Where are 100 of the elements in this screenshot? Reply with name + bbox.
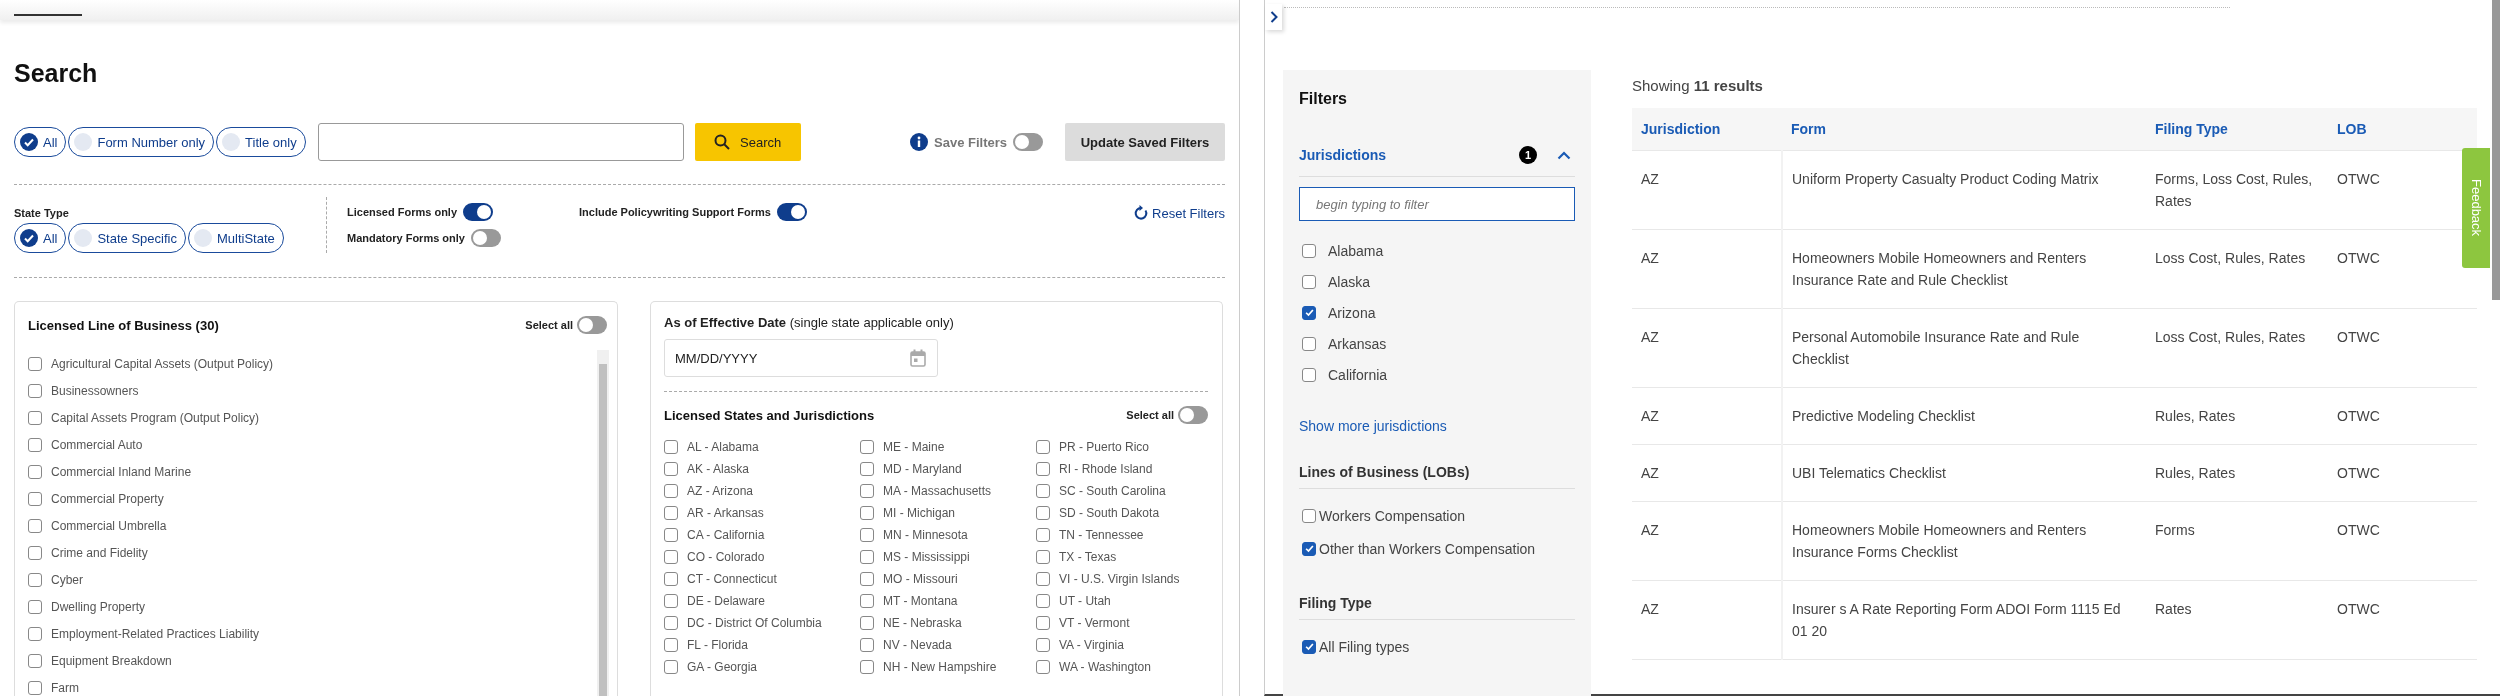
- column-header[interactable]: LOB: [2328, 108, 2477, 151]
- table-cell: Uniform Property Casualty Product Coding Matrix: [1782, 150, 2146, 230]
- scrollbar[interactable]: [2492, 0, 2500, 300]
- checkbox[interactable]: [1036, 484, 1050, 498]
- table-cell: Rates: [2146, 580, 2328, 660]
- checkbox[interactable]: [28, 356, 42, 371]
- checkbox[interactable]: [1036, 550, 1050, 564]
- column-header[interactable]: Form: [1782, 108, 2146, 151]
- toggle-switch[interactable]: [1013, 133, 1043, 151]
- checkbox[interactable]: [664, 572, 678, 586]
- checkbox[interactable]: [1302, 336, 1316, 351]
- checkbox[interactable]: [1036, 638, 1050, 652]
- checkbox[interactable]: [860, 594, 874, 608]
- search-button[interactable]: Search: [694, 123, 801, 161]
- filters-title: Filters: [1299, 90, 1348, 108]
- toggle-switch[interactable]: [463, 203, 494, 221]
- update-saved-filters-button[interactable]: Update Saved Filters: [1065, 123, 1225, 161]
- checkbox[interactable]: [28, 410, 42, 425]
- checkbox[interactable]: [664, 616, 678, 630]
- toggle-switch[interactable]: [470, 229, 501, 247]
- radio-option[interactable]: Title only: [216, 127, 306, 157]
- checkbox[interactable]: [1036, 506, 1050, 520]
- checkbox[interactable]: [1036, 440, 1050, 454]
- checkbox[interactable]: [664, 440, 678, 454]
- radio-option[interactable]: State Specific: [68, 223, 186, 253]
- toggle-switch[interactable]: [776, 203, 807, 221]
- toggle-switch[interactable]: [577, 316, 607, 334]
- checkbox[interactable]: [860, 440, 874, 454]
- checkbox-label: Workers Compensation: [1319, 507, 1466, 524]
- checkbox-label: Commercial Inland Marine: [51, 464, 192, 479]
- radio-option[interactable]: MultiState: [187, 223, 284, 253]
- checkbox[interactable]: [1302, 243, 1316, 258]
- checkbox-label: Crime and Fidelity: [51, 545, 148, 560]
- checkbox-label: Alabama: [1328, 242, 1384, 259]
- checkbox[interactable]: [860, 528, 874, 542]
- date-field[interactable]: MM/DD/YYYY: [664, 339, 938, 377]
- checkbox[interactable]: [1036, 572, 1050, 586]
- checkbox[interactable]: [860, 616, 874, 630]
- checkbox[interactable]: [28, 437, 42, 452]
- checkbox[interactable]: [1036, 660, 1050, 674]
- checkbox[interactable]: [28, 572, 42, 587]
- checkbox[interactable]: [860, 572, 874, 586]
- table-cell: Forms: [2146, 501, 2328, 581]
- checkbox-label: Agricultural Capital Assets (Output Policy): [51, 356, 274, 371]
- toggle-switch[interactable]: [1178, 406, 1208, 424]
- section-title: Lines of Business (LOBs): [1299, 464, 1471, 480]
- toggle-label: Include Policywriting Support Forms: [579, 206, 771, 218]
- show-more-link[interactable]: Show more jurisdictions: [1299, 418, 1575, 434]
- reset-filters-link[interactable]: Reset Filters: [1134, 205, 1225, 221]
- checkbox-label: RI - Rhode Island: [1059, 462, 1153, 476]
- checkbox[interactable]: [860, 660, 874, 674]
- radio-option[interactable]: All: [14, 223, 67, 253]
- checkbox-label: SD - South Dakota: [1059, 506, 1160, 520]
- checkbox[interactable]: [664, 506, 678, 520]
- checkbox-label: Businessowners: [51, 383, 139, 398]
- checkbox[interactable]: [664, 462, 678, 476]
- checkbox[interactable]: [860, 506, 874, 520]
- checkbox[interactable]: [1302, 305, 1316, 320]
- checkbox[interactable]: [28, 464, 42, 479]
- checkbox-label: NE - Nebraska: [883, 616, 962, 630]
- checkbox[interactable]: [28, 383, 42, 398]
- checkbox[interactable]: [664, 660, 678, 674]
- checkbox[interactable]: [664, 638, 678, 652]
- checkbox[interactable]: [1302, 508, 1316, 523]
- checkbox[interactable]: [1302, 541, 1316, 556]
- checkbox[interactable]: [28, 680, 42, 695]
- checkbox[interactable]: [28, 545, 42, 560]
- radio-option[interactable]: All: [14, 127, 67, 157]
- filter-field[interactable]: begin typing to filter: [1299, 187, 1575, 221]
- checkbox[interactable]: [1036, 594, 1050, 608]
- column-header[interactable]: Jurisdiction: [1632, 108, 1782, 151]
- checkbox[interactable]: [860, 638, 874, 652]
- table-cell: UBI Telematics Checklist: [1782, 444, 2146, 502]
- checkbox[interactable]: [28, 599, 42, 614]
- checkbox[interactable]: [860, 484, 874, 498]
- checkbox[interactable]: [1302, 639, 1316, 654]
- search-field[interactable]: [317, 123, 684, 161]
- checkbox[interactable]: [1302, 274, 1316, 289]
- checkbox[interactable]: [664, 594, 678, 608]
- checkbox-label: TN - Tennessee: [1059, 528, 1144, 542]
- radio-option[interactable]: Form Number only: [68, 127, 215, 157]
- checkbox[interactable]: [860, 462, 874, 476]
- checkbox[interactable]: [28, 626, 42, 641]
- checkbox[interactable]: [28, 518, 42, 533]
- checkbox[interactable]: [664, 528, 678, 542]
- checkbox[interactable]: [1036, 528, 1050, 542]
- checkbox[interactable]: [1036, 462, 1050, 476]
- column-header[interactable]: Filing Type: [2146, 108, 2328, 151]
- expand-button[interactable]: [1265, 4, 1282, 30]
- checkbox[interactable]: [1302, 367, 1316, 382]
- checkbox[interactable]: [664, 550, 678, 564]
- checkbox[interactable]: [28, 491, 42, 506]
- checkbox-label: CA - California: [687, 528, 765, 542]
- checkbox[interactable]: [1036, 616, 1050, 630]
- scrollbar[interactable]: [597, 350, 609, 696]
- checkbox[interactable]: [860, 550, 874, 564]
- checkbox-label: WA - Washington: [1059, 660, 1151, 674]
- section-toggle[interactable]: Jurisdictions: [1299, 147, 1519, 163]
- checkbox[interactable]: [664, 484, 678, 498]
- checkbox[interactable]: [28, 653, 42, 668]
